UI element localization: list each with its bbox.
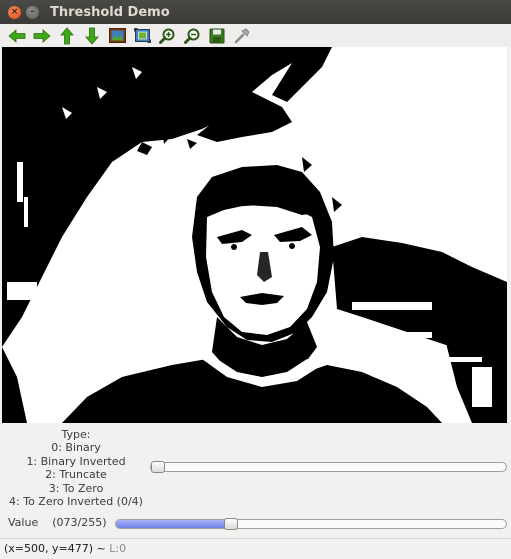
type-label-line: Type: [61, 428, 91, 441]
value-slider[interactable] [115, 518, 507, 530]
type-slider[interactable] [150, 461, 507, 473]
zoom-original-button[interactable] [107, 26, 127, 46]
image-icon [108, 28, 126, 43]
value-label: Value [8, 516, 39, 529]
threshold-image-view[interactable] [2, 47, 507, 423]
pan-up-button[interactable] [57, 26, 77, 46]
value-slider-handle[interactable] [223, 518, 238, 530]
thresholded-webcam-image [2, 47, 507, 423]
status-bar: (x=500, y=477) ~ L:0 [0, 538, 511, 558]
minimize-window-button[interactable]: – [26, 5, 39, 19]
title-bar: × – Threshold Demo [0, 0, 511, 24]
arrow-up-icon [60, 26, 74, 44]
type-trackbar-label: Type: 0: Binary 1: Binary Inverted 2: Tr… [0, 428, 152, 508]
value-slider-fill [116, 520, 231, 528]
type-label-line: 1: Binary Inverted [26, 454, 126, 468]
pan-down-button[interactable] [82, 26, 102, 46]
save-button[interactable] [207, 26, 227, 46]
type-label-line: 4: To Zero Inverted (0/4) [9, 495, 143, 509]
zoom-fit-button[interactable] [132, 26, 152, 46]
arrow-right-icon [33, 28, 51, 43]
value-readout: (073/255) [52, 516, 107, 529]
status-coordinates: (x=500, y=477) ~ [4, 542, 106, 555]
arrow-down-icon [85, 27, 99, 45]
type-label-line: 3: To Zero [48, 481, 104, 495]
type-slider-handle[interactable] [151, 461, 165, 473]
arrow-left-icon [8, 28, 26, 43]
close-window-button[interactable]: × [8, 5, 21, 19]
zoom-out-button[interactable] [182, 26, 202, 46]
properties-icon [234, 28, 250, 43]
value-trackbar-label: Value (073/255) [8, 516, 107, 529]
status-level: L:0 [109, 542, 127, 555]
save-icon [209, 28, 225, 43]
properties-button[interactable] [232, 26, 252, 46]
toolbar [0, 24, 511, 47]
window-title: Threshold Demo [50, 4, 170, 20]
type-label-line: 2: Truncate [45, 468, 107, 482]
type-label-line: 0: Binary [51, 441, 101, 455]
fit-icon [133, 28, 151, 43]
zoom-out-icon [184, 28, 200, 44]
zoom-in-icon [159, 28, 175, 44]
pan-right-button[interactable] [32, 26, 52, 46]
zoom-in-button[interactable] [157, 26, 177, 46]
pan-left-button[interactable] [7, 26, 27, 46]
